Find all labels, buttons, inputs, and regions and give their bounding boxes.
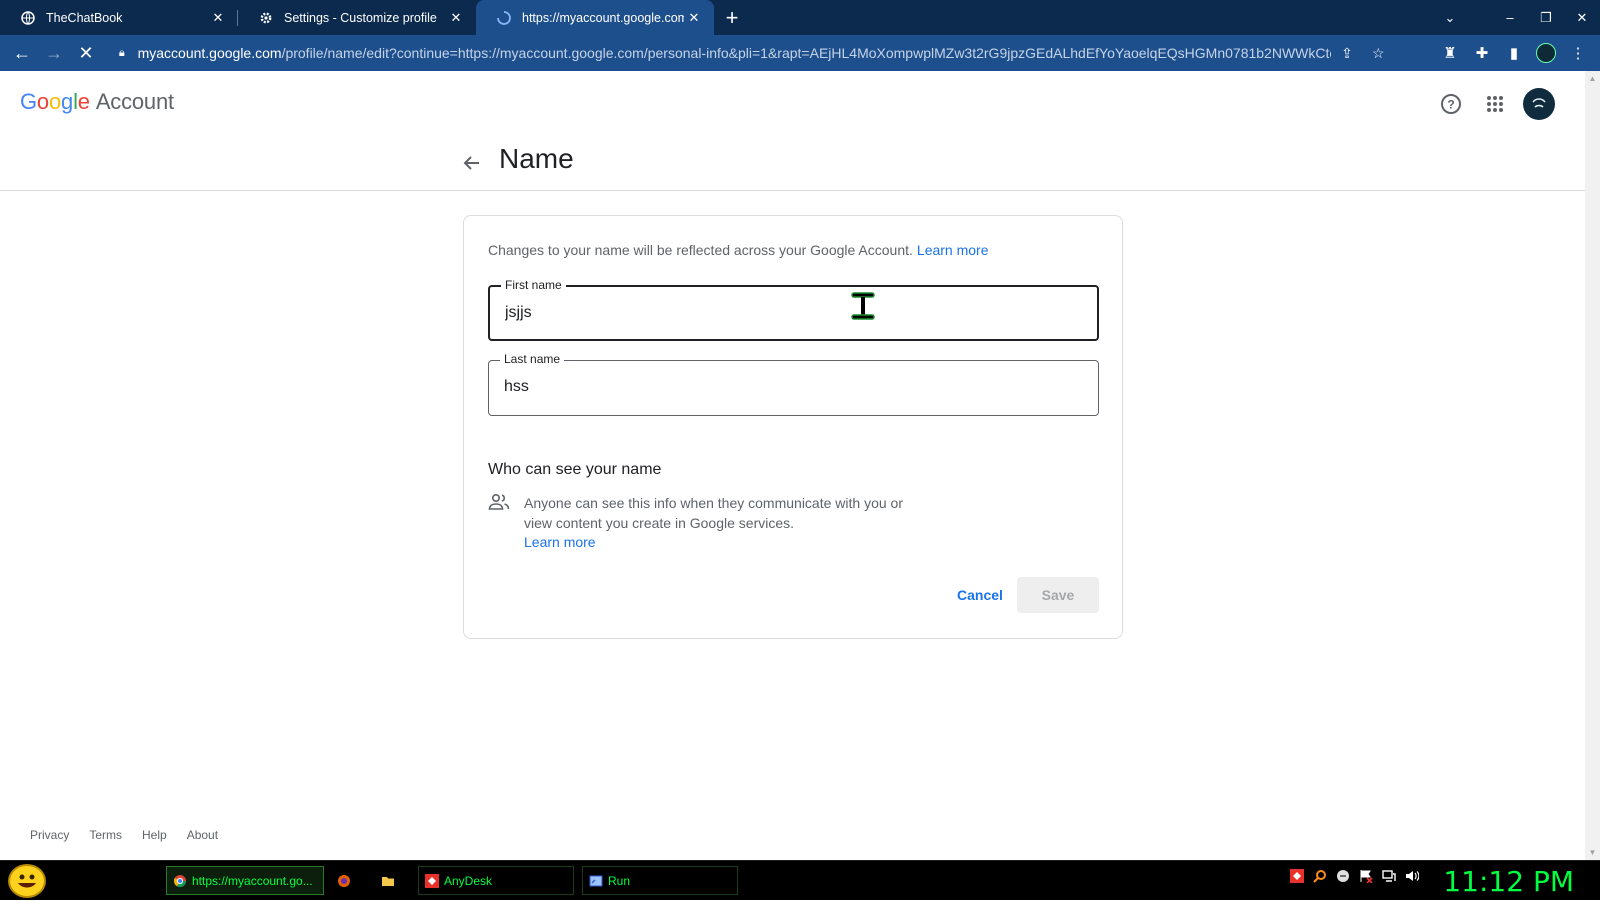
help-link[interactable]: Help [142, 828, 167, 842]
close-icon[interactable]: ✕ [208, 10, 228, 26]
apps-grid-icon[interactable] [1473, 84, 1517, 124]
text-cursor-icon [851, 292, 875, 320]
close-icon[interactable]: ✕ [684, 10, 704, 26]
scroll-up-icon[interactable]: ▲ [1585, 71, 1600, 86]
taskbar-item-run[interactable]: Run [582, 866, 738, 895]
forward-arrow-icon[interactable]: → [38, 37, 70, 69]
google-account-logo[interactable]: Google Account [20, 89, 174, 115]
footer-links: Privacy Terms Help About [30, 828, 238, 842]
tab-search-chevron-icon[interactable]: ⌄ [1432, 10, 1468, 26]
tab-title: TheChatBook [46, 10, 123, 25]
address-bar[interactable]: 🔒︎ myaccount.google.com/profile/name/edi… [112, 39, 1394, 67]
loading-spinner-icon [496, 10, 512, 26]
people-icon [488, 493, 510, 510]
who-can-see-heading: Who can see your name [488, 461, 662, 478]
learn-more-link[interactable]: Learn more [524, 534, 596, 550]
status-tray-icon[interactable] [1336, 869, 1350, 883]
taskbar-item-chrome[interactable]: https://myaccount.go... [166, 866, 324, 895]
chrome-icon [173, 874, 186, 887]
tab-myaccount-google[interactable]: https://myaccount.google.com/p ✕ [476, 0, 714, 35]
last-name-input[interactable] [504, 375, 1064, 399]
network-icon[interactable] [1382, 869, 1396, 883]
taskbar-item-file-explorer[interactable] [374, 866, 410, 895]
system-tray [1290, 869, 1428, 883]
who-can-see-description: Anyone can see this info when they commu… [524, 495, 903, 531]
last-name-label: Last name [500, 352, 565, 366]
last-name-field[interactable]: Last name [488, 352, 1099, 416]
header-actions: ? [1429, 84, 1555, 124]
intro-text: Changes to your name will be reflected a… [488, 242, 989, 258]
taskbar-label: Run [608, 873, 631, 888]
back-arrow-icon[interactable]: ← [6, 37, 38, 69]
start-button-smiley-icon[interactable] [8, 864, 46, 898]
account-avatar[interactable] [1523, 88, 1555, 120]
page-subheader: Name [0, 135, 1585, 191]
taskbar-clock[interactable]: 11:12 PM [1443, 865, 1574, 898]
svg-text:?: ? [1447, 98, 1454, 112]
terms-link[interactable]: Terms [89, 828, 122, 842]
save-button[interactable]: Save [1017, 577, 1099, 613]
share-icon[interactable]: ⇪ [1331, 45, 1362, 62]
os-taskbar: https://myaccount.go... AnyDesk Run 11:1… [0, 860, 1600, 900]
anydesk-tray-icon[interactable] [1290, 869, 1304, 883]
first-name-field[interactable]: First name [488, 278, 1099, 341]
taskbar-label: AnyDesk [444, 873, 493, 888]
about-link[interactable]: About [187, 828, 218, 842]
folder-icon [382, 876, 394, 886]
page-content: Google Account ? Name Changes to your nam… [0, 71, 1585, 860]
taskbar-item-firefox[interactable] [330, 866, 366, 895]
restore-icon[interactable]: ❐ [1528, 10, 1564, 26]
globe-icon [20, 10, 36, 26]
action-center-flag-icon[interactable] [1359, 869, 1373, 883]
help-icon[interactable]: ? [1429, 84, 1473, 124]
privacy-link[interactable]: Privacy [30, 828, 69, 842]
stop-loading-icon[interactable]: ✕ [70, 37, 102, 69]
side-panel-icon[interactable]: ▮ [1498, 37, 1530, 69]
extension-icon[interactable]: ♜ [1434, 37, 1466, 69]
window-controls: ⌄ – ❐ ✕ [1432, 0, 1600, 35]
page-title: Name [499, 143, 574, 174]
cancel-button[interactable]: Cancel [950, 577, 1010, 613]
google-account-header: Google Account ? [0, 71, 1585, 135]
anydesk-icon [425, 873, 439, 888]
tab-thechatbook[interactable]: TheChatBook ✕ [0, 0, 238, 35]
toolbar-right-icons: ♜ ✚ ▮ ⋮ [1434, 35, 1594, 71]
close-window-icon[interactable]: ✕ [1564, 10, 1600, 26]
star-icon[interactable]: ☆ [1363, 45, 1394, 62]
new-tab-button[interactable]: + [714, 0, 750, 35]
firefox-icon [338, 874, 350, 887]
puzzle-extensions-icon[interactable]: ✚ [1466, 37, 1498, 69]
browser-toolbar: ← → ✕ 🔒︎ myaccount.google.com/profile/na… [0, 35, 1600, 71]
google-wordmark: Google [20, 89, 90, 114]
first-name-label: First name [501, 278, 566, 292]
page-scrollbar[interactable]: ▲ ▼ [1585, 71, 1600, 860]
tab-title: Settings - Customize profile [284, 10, 437, 25]
lock-icon[interactable]: 🔒︎ [112, 47, 132, 60]
back-arrow-icon[interactable] [456, 147, 488, 179]
gear-icon [258, 10, 274, 26]
taskbar-item-anydesk[interactable]: AnyDesk [418, 866, 574, 895]
profile-avatar-icon[interactable] [1530, 37, 1562, 69]
minimize-icon[interactable]: – [1492, 10, 1528, 25]
taskbar-label: https://myaccount.go... [192, 873, 313, 888]
account-label: Account [95, 89, 174, 114]
name-edit-card: Changes to your name will be reflected a… [463, 215, 1123, 639]
scroll-down-icon[interactable]: ▼ [1585, 845, 1600, 860]
search-tray-icon[interactable] [1313, 869, 1327, 883]
more-menu-icon[interactable]: ⋮ [1562, 37, 1594, 69]
tab-settings-customize-profile[interactable]: Settings - Customize profile ✕ [238, 0, 476, 35]
run-dialog-icon [589, 875, 603, 886]
volume-icon[interactable] [1405, 869, 1419, 883]
close-icon[interactable]: ✕ [446, 10, 466, 26]
tab-title: https://myaccount.google.com/p [522, 10, 684, 25]
learn-more-link[interactable]: Learn more [917, 242, 989, 258]
url-text[interactable]: myaccount.google.com/profile/name/edit?c… [138, 45, 1332, 61]
browser-tab-strip: TheChatBook ✕ Settings - Customize profi… [0, 0, 1600, 35]
first-name-input[interactable] [505, 301, 1065, 325]
